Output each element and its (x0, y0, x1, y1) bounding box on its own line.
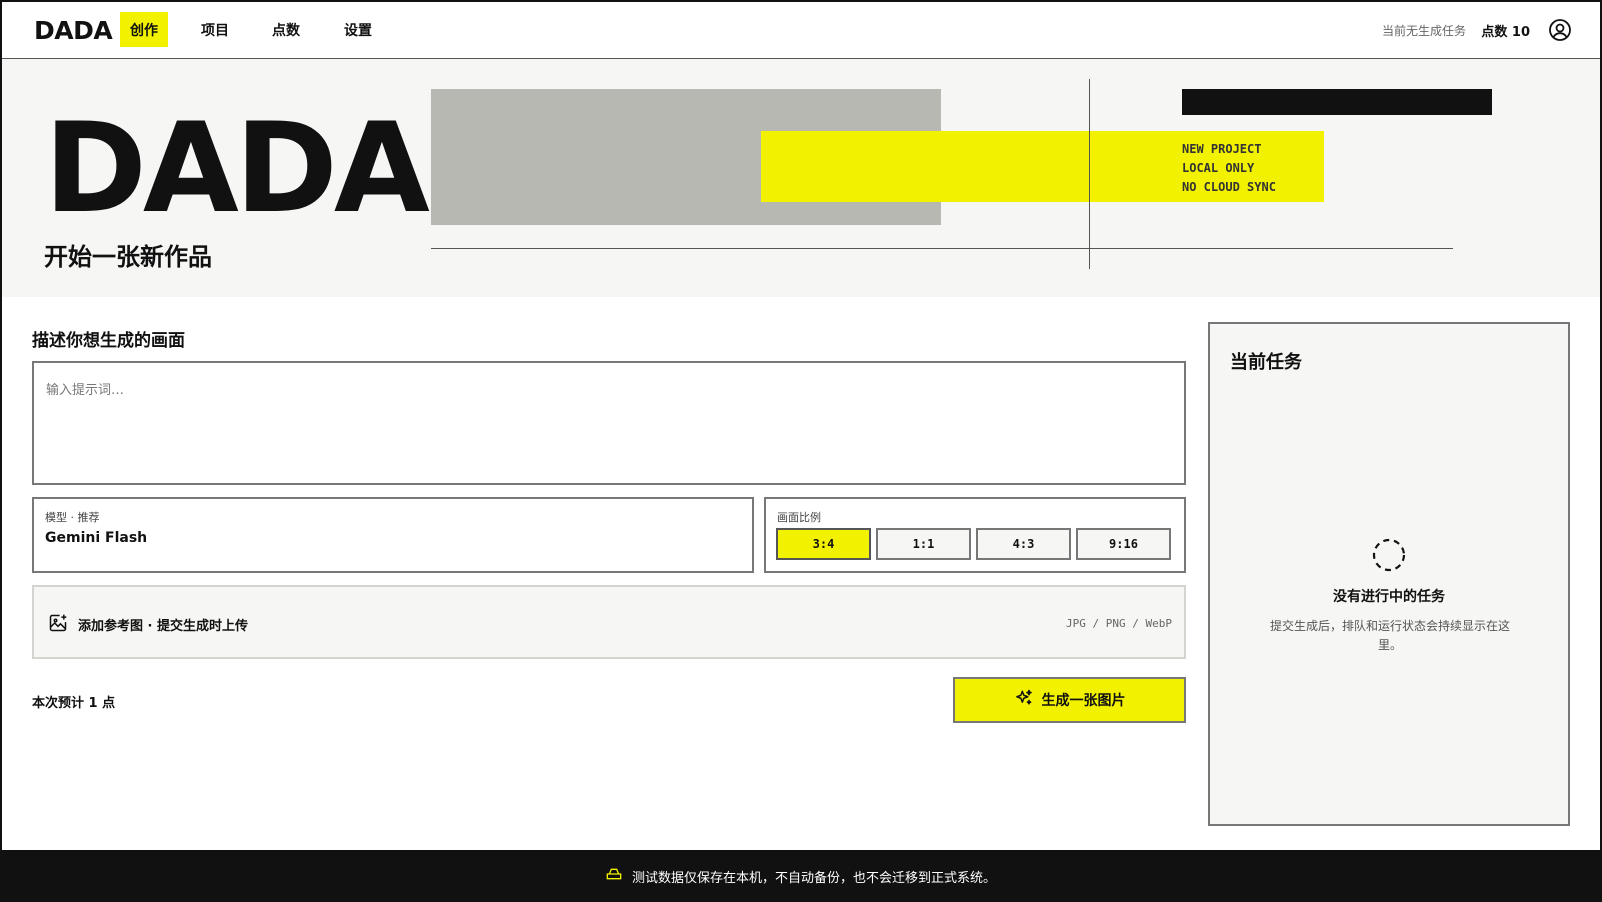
model-label: 模型 · 推荐 (45, 511, 100, 524)
task-status: 当前无生成任务 (1381, 24, 1466, 38)
footer-notice: 测试数据仅保存在本机，不自动备份，也不会迁移到正式系统。 (0, 850, 1602, 902)
logo[interactable]: DADA (34, 16, 113, 45)
upload-formats: JPG / PNG / WebP (1066, 617, 1172, 630)
ratio-option-3-4[interactable]: 3:4 (776, 528, 871, 560)
upload-label: 添加参考图 · 提交生成时上传 (78, 619, 248, 634)
cost-estimate: 本次预计 1 点 (32, 696, 116, 711)
generate-label: 生成一张图片 (1041, 693, 1126, 709)
footer-text: 测试数据仅保存在本机，不自动备份，也不会迁移到正式系统。 (631, 870, 996, 886)
prompt-input[interactable] (32, 361, 1186, 485)
hero-tag: LOCAL ONLY (1182, 161, 1255, 175)
loading-circle-icon (1372, 538, 1406, 572)
empty-state-description: 提交生成后，排队和运行状态会持续显示在这里。 (1269, 619, 1510, 652)
points-balance[interactable]: 点数 10 (1481, 21, 1530, 40)
ratio-option-4-3[interactable]: 4:3 (976, 528, 1071, 560)
sparkle-icon (1014, 688, 1034, 712)
generate-button[interactable]: 生成一张图片 (953, 677, 1186, 723)
hero-tag: NEW PROJECT (1182, 142, 1262, 156)
aspect-ratio-group: 画面比例 3:4 1:1 4:3 9:16 (764, 497, 1186, 573)
image-add-icon (48, 613, 68, 633)
model-value: Gemini Flash (45, 530, 148, 546)
hero-tags: NEW PROJECT LOCAL ONLY NO CLOUD SYNC (1182, 140, 1276, 197)
storage-drive-icon (606, 866, 622, 886)
task-panel-title: 当前任务 (1230, 352, 1302, 373)
model-select[interactable]: 模型 · 推荐 Gemini Flash (32, 497, 754, 573)
user-circle-icon[interactable] (1548, 18, 1572, 42)
nav-item-points[interactable]: 点数 (262, 12, 310, 47)
hero-title: DADA (44, 97, 430, 241)
hero-horizontal-rule (431, 248, 1453, 249)
hero-vertical-rule (1089, 79, 1090, 269)
hero-black-bar (1182, 89, 1492, 115)
ratio-option-1-1[interactable]: 1:1 (876, 528, 971, 560)
nav-item-create[interactable]: 创作 (120, 12, 168, 47)
empty-state-title: 没有进行中的任务 (1333, 589, 1445, 605)
ratio-option-9-16[interactable]: 9:16 (1076, 528, 1171, 560)
ratio-label: 画面比例 (777, 511, 821, 524)
hero-subtitle: 开始一张新作品 (44, 243, 212, 271)
hero-tag: NO CLOUD SYNC (1182, 180, 1276, 194)
hero-banner: DADA 开始一张新作品 NEW PROJECT LOCAL ONLY NO C… (2, 59, 1600, 297)
top-nav: DADA 创作 项目 点数 设置 当前无生成任务 点数 10 (2, 2, 1600, 59)
current-tasks-panel: 当前任务 没有进行中的任务 提交生成后，排队和运行状态会持续显示在这里。 (1208, 322, 1570, 826)
prompt-section-title: 描述你想生成的画面 (32, 331, 185, 351)
nav-item-projects[interactable]: 项目 (191, 12, 239, 47)
nav-item-settings[interactable]: 设置 (334, 12, 382, 47)
reference-image-upload[interactable]: 添加参考图 · 提交生成时上传 JPG / PNG / WebP (32, 585, 1186, 659)
